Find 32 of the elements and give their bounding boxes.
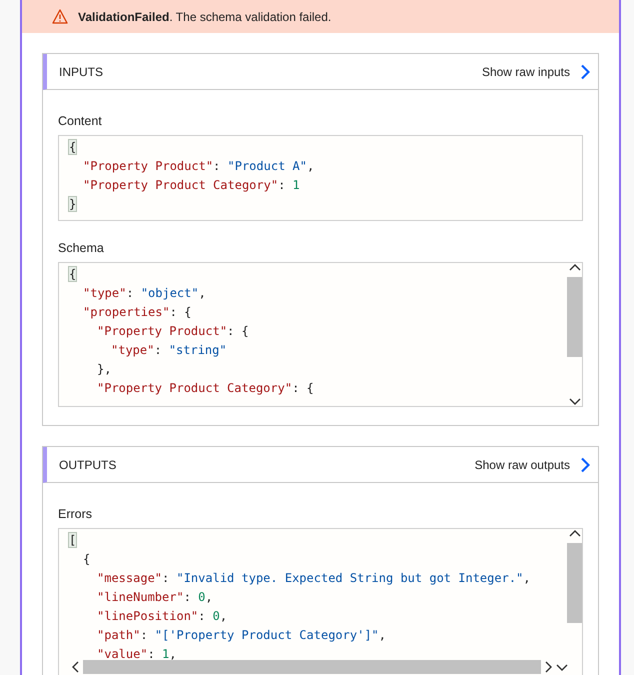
show-raw-link[interactable]: Show raw outputs <box>474 456 590 472</box>
caret-up-icon <box>568 263 582 273</box>
code-line: }, <box>96 361 112 378</box>
code-line: "properties": { <box>82 304 192 321</box>
code-line: "value": 1, <box>96 646 178 663</box>
vertical-scrollbar[interactable] <box>567 263 582 406</box>
field-label: Errors <box>58 507 94 521</box>
code-line: "path": "['Property Product Category']", <box>96 627 388 644</box>
code-line: "type": "object", <box>82 285 207 302</box>
error-message: ValidationFailed. The schema validation failed. <box>78 10 332 24</box>
code-line: "message": "Invalid type. Expected String but got Integer.", <box>96 570 532 587</box>
code-line: "type": "string" <box>110 342 228 359</box>
warning-icon <box>52 9 68 24</box>
chevron-right-icon <box>580 456 590 472</box>
section-title: OUTPUTS <box>59 458 116 472</box>
caret-down-icon <box>555 662 569 672</box>
code-line: "Property Product Category": 1 <box>82 177 301 194</box>
code-line: "Property Product Category": { <box>96 380 315 397</box>
field-label: Schema <box>58 241 105 255</box>
section-title: INPUTS <box>59 64 104 78</box>
caret-right-icon <box>543 660 553 674</box>
show-raw-link[interactable]: Show raw inputs <box>482 64 590 80</box>
chevron-right-icon <box>580 64 590 80</box>
code-line: "Property Product": "Product A", <box>82 158 316 175</box>
field-label: Content <box>58 114 103 128</box>
code-line: { <box>82 551 92 568</box>
caret-up-icon <box>568 529 582 539</box>
caret-left-icon <box>71 660 81 674</box>
code-line: "Property Product": { <box>96 323 250 340</box>
caret-down-icon <box>568 396 582 406</box>
code-line: "lineNumber": 0, <box>96 589 214 606</box>
code-line: "linePosition": 0, <box>96 608 228 625</box>
